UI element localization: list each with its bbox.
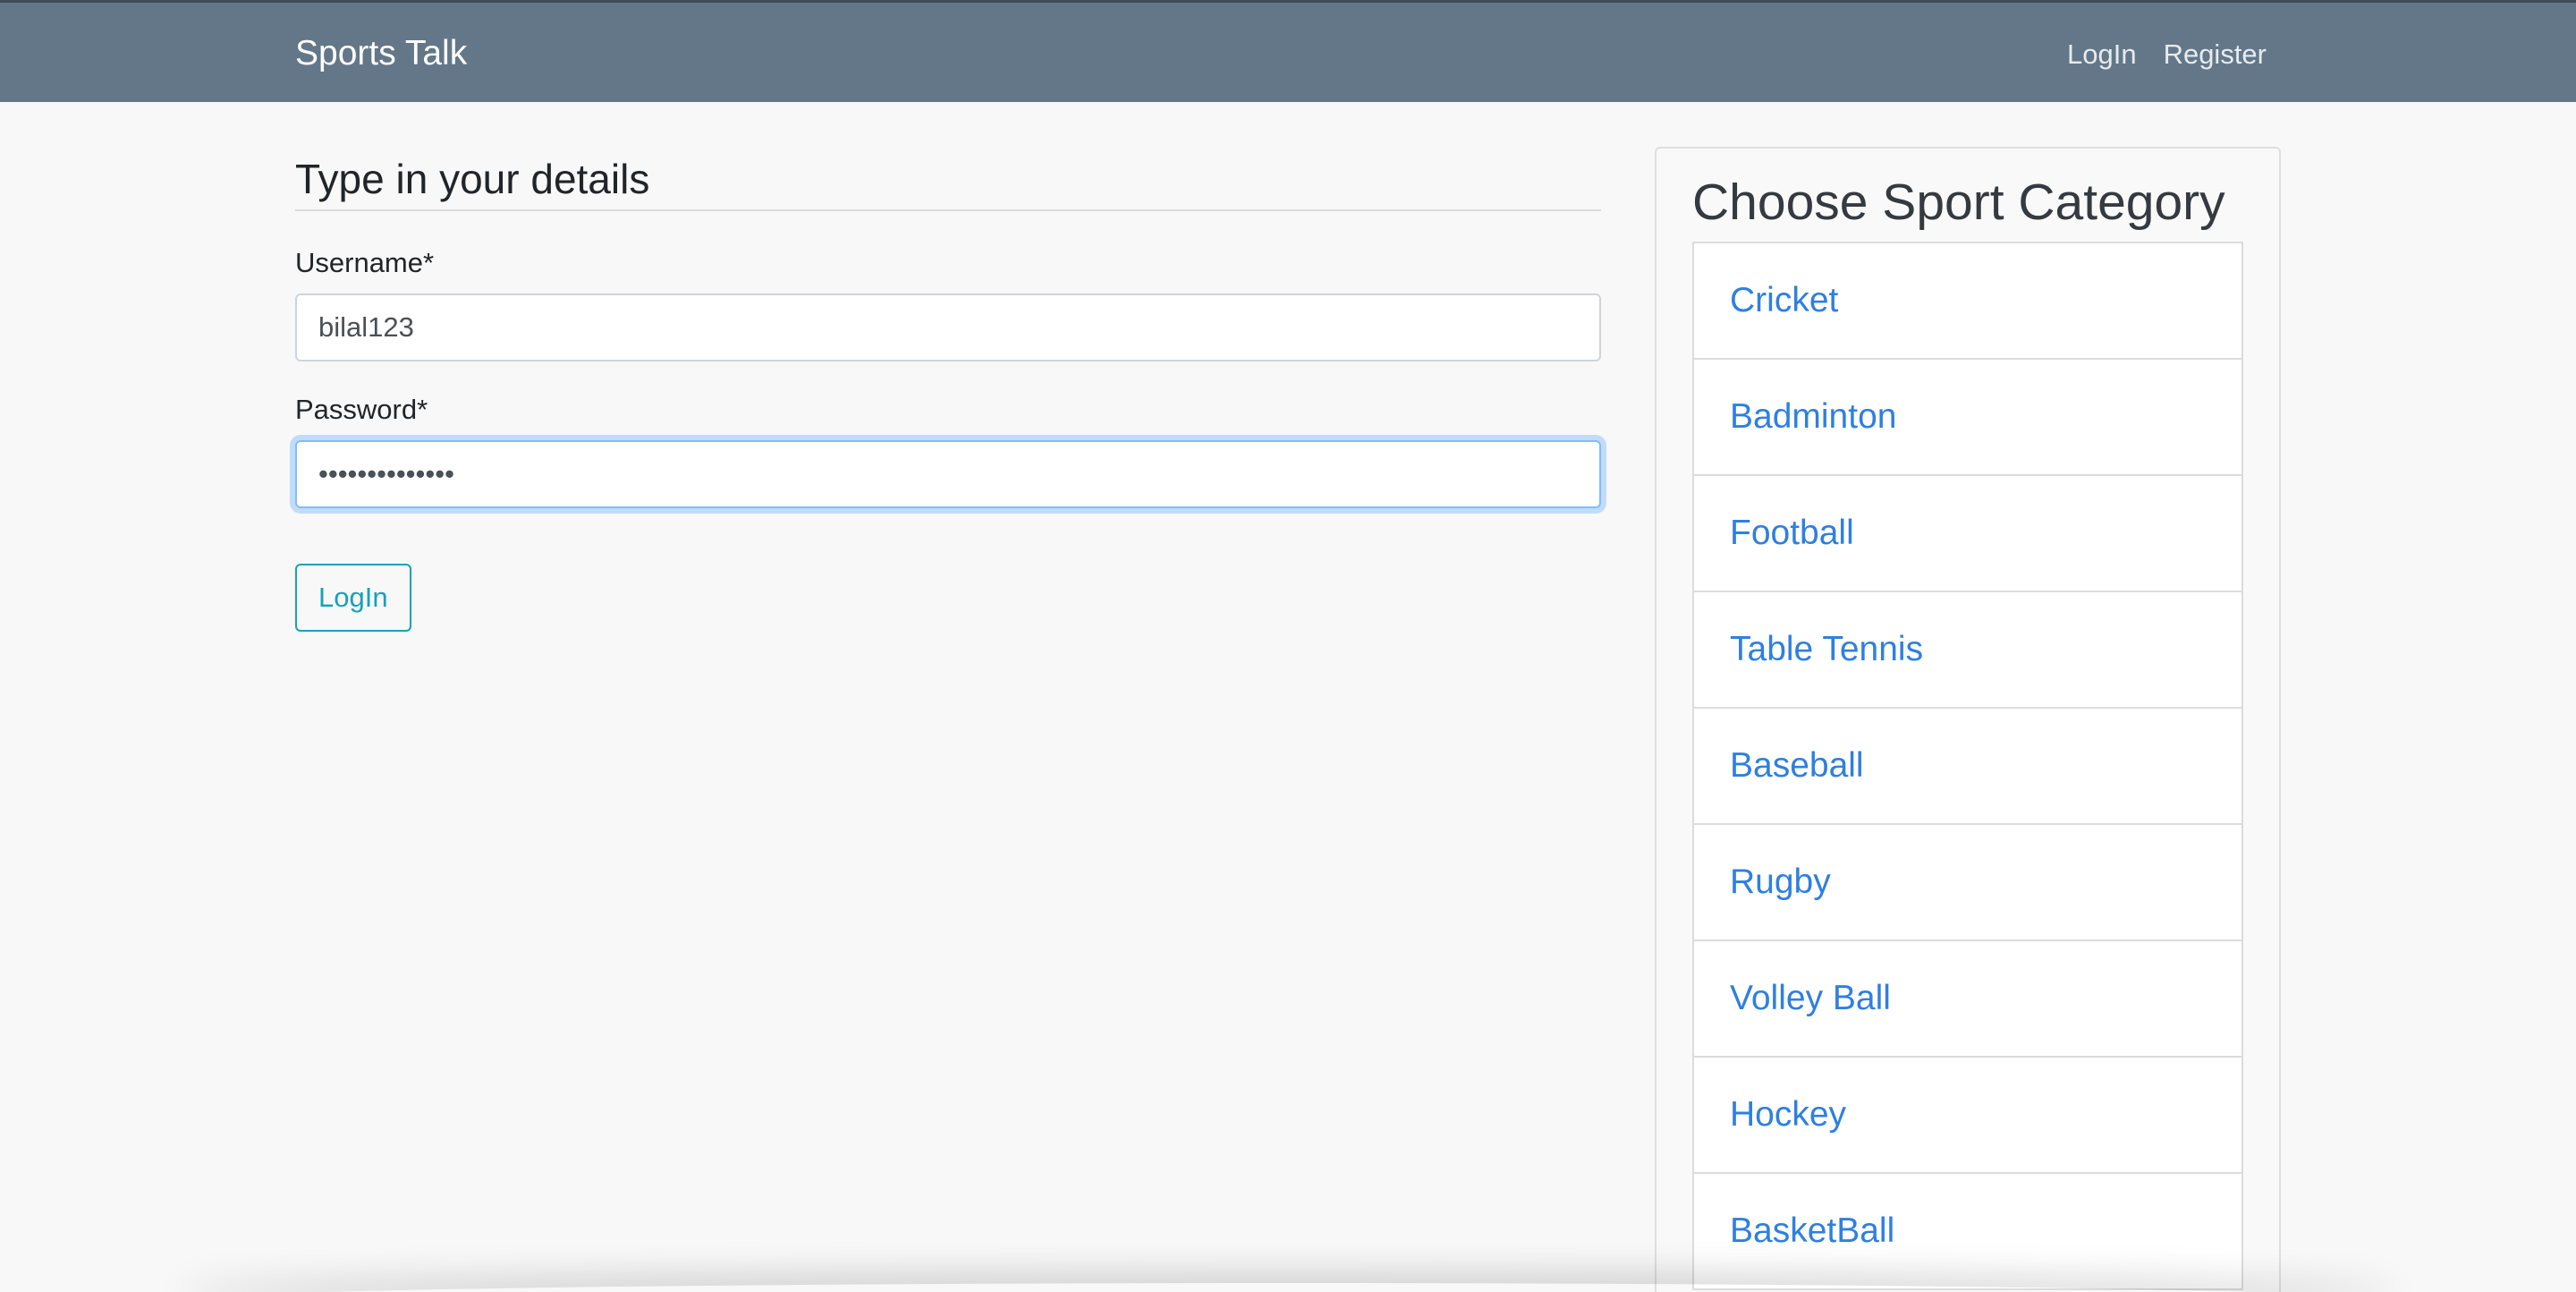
category-link-badminton[interactable]: Badminton: [1730, 397, 1896, 437]
category-link-baseball[interactable]: Baseball: [1730, 746, 1864, 786]
brand-link[interactable]: Sports Talk: [295, 34, 467, 73]
category-list: Cricket Badminton Football Table Tennis …: [1692, 242, 2243, 1290]
username-input[interactable]: [295, 293, 1601, 361]
category-link-football[interactable]: Football: [1730, 514, 1854, 553]
category-link-hockey[interactable]: Hockey: [1730, 1095, 1846, 1135]
page: Sports Talk LogIn Register Type in your …: [0, 0, 2576, 1292]
category-item-volley-ball: Volley Ball: [1692, 941, 2243, 1058]
password-input[interactable]: [295, 440, 1601, 508]
category-link-volley-ball[interactable]: Volley Ball: [1730, 979, 1891, 1018]
category-link-table-tennis[interactable]: Table Tennis: [1730, 630, 1923, 669]
username-label: Username*: [295, 247, 435, 278]
sidebar-title: Choose Sport Category: [1692, 174, 2225, 231]
nav-login-link[interactable]: LogIn: [2067, 38, 2137, 71]
category-sidebar: Choose Sport Category Cricket Badminton …: [1655, 147, 2281, 1292]
login-form: Type in your details Username* Password*…: [295, 152, 1601, 632]
category-item-hockey: Hockey: [1692, 1058, 2243, 1174]
nav-links: LogIn Register: [2067, 38, 2267, 71]
category-link-basketball[interactable]: BasketBall: [1730, 1211, 1894, 1251]
category-link-rugby[interactable]: Rugby: [1730, 863, 1831, 902]
login-button[interactable]: LogIn: [295, 564, 411, 632]
password-label: Password*: [295, 394, 428, 425]
category-item-football: Football: [1692, 476, 2243, 592]
category-item-basketball: BasketBall: [1692, 1174, 2243, 1290]
category-link-cricket[interactable]: Cricket: [1730, 281, 1838, 320]
category-item-cricket: Cricket: [1692, 243, 2243, 360]
category-item-baseball: Baseball: [1692, 709, 2243, 825]
form-legend: Type in your details: [295, 152, 1601, 211]
nav-register-link[interactable]: Register: [2164, 38, 2267, 71]
category-item-rugby: Rugby: [1692, 825, 2243, 941]
category-item-badminton: Badminton: [1692, 360, 2243, 476]
top-navbar: Sports Talk LogIn Register: [0, 0, 2576, 102]
category-item-table-tennis: Table Tennis: [1692, 592, 2243, 709]
